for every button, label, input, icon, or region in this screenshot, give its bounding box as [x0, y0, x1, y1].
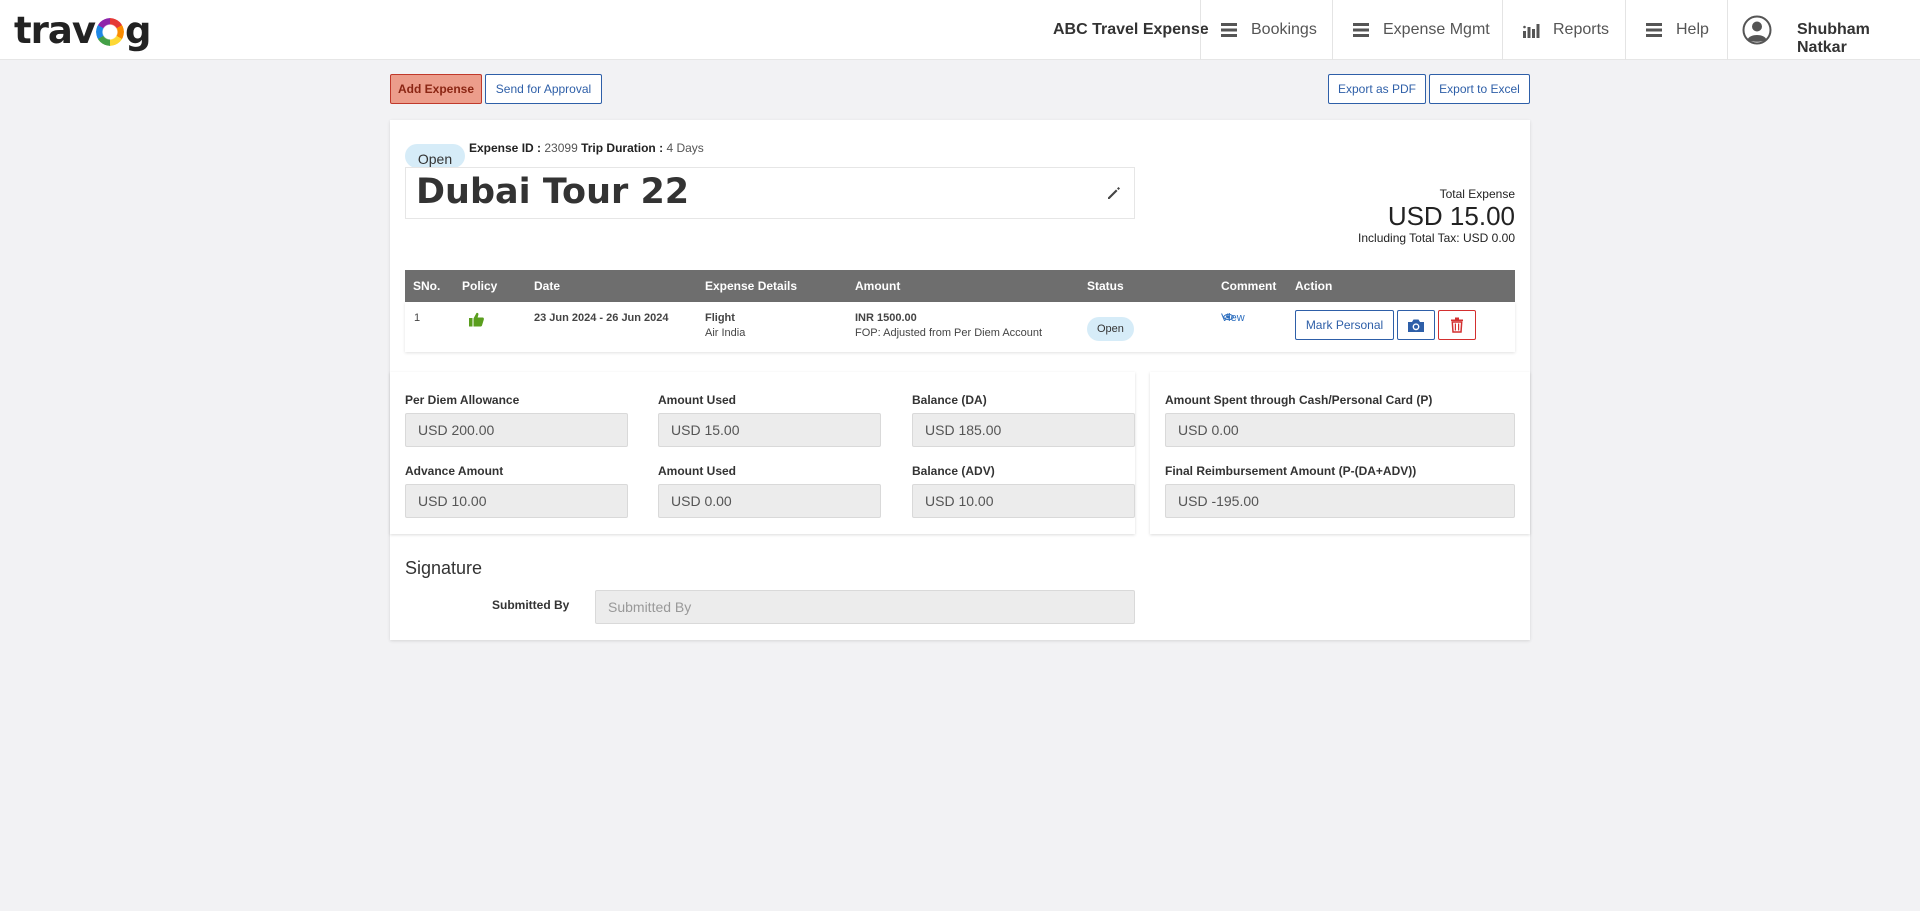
- view-comment-label: View: [1221, 312, 1245, 324]
- col-status: Status: [1087, 279, 1124, 293]
- nav-divider: [1727, 0, 1728, 60]
- nav-expense-mgmt-label: Expense Mgmt: [1383, 21, 1490, 38]
- row-amount-note: FOP: Adjusted from Per Diem Account: [855, 327, 1043, 339]
- logo-ring-icon: [96, 18, 125, 46]
- travog-logo[interactable]: trav g: [14, 8, 152, 52]
- balance-da-field: [912, 413, 1135, 447]
- nav-bookings-label: Bookings: [1251, 21, 1317, 38]
- per-diem-field: [405, 413, 628, 447]
- balance-da-label: Balance (DA): [912, 393, 987, 407]
- expense-id-value: 23099: [544, 141, 578, 155]
- total-expense-label: Total Expense: [1439, 187, 1515, 201]
- trip-duration-label: Trip Duration :: [581, 141, 664, 155]
- adv-amount-used-label: Amount Used: [658, 464, 736, 478]
- per-diem-label: Per Diem Allowance: [405, 393, 520, 407]
- expense-meta: Expense ID : 23099 Trip Duration : 4 Day…: [469, 141, 704, 155]
- expense-title-box: Dubai Tour 22: [405, 167, 1135, 219]
- delete-expense-button[interactable]: [1438, 310, 1476, 340]
- logo-text-left: trav: [14, 8, 96, 52]
- submitted-by-label: Submitted By: [492, 598, 570, 612]
- trash-icon: [1451, 317, 1463, 333]
- user-avatar-icon[interactable]: [1742, 15, 1772, 45]
- advance-amount-field: [405, 484, 628, 518]
- col-comment: Comment: [1221, 279, 1277, 293]
- row-amount: INR 1500.00: [855, 312, 917, 324]
- nav-bookings[interactable]: Bookings: [1220, 0, 1317, 60]
- final-reimbursement-label: Final Reimbursement Amount (P-(DA+ADV)): [1165, 464, 1417, 478]
- col-action: Action: [1295, 279, 1333, 293]
- nav-reports-label: Reports: [1553, 21, 1610, 38]
- thumbs-up-icon: [469, 312, 484, 327]
- nav-divider: [1625, 0, 1626, 60]
- table-row: 1 23 Jun 2024 - 26 Jun 2024 Flight Air I…: [405, 302, 1515, 352]
- adv-amount-used-field: [658, 484, 881, 518]
- col-date: Date: [534, 279, 561, 293]
- total-expense-block: Total Expense USD 15.00 Including Total …: [1358, 187, 1515, 245]
- row-detail-sub: Air India: [705, 327, 746, 339]
- col-expense-details: Expense Details: [705, 279, 798, 293]
- row-status-badge: Open: [1087, 317, 1134, 341]
- top-header: trav g ABC Travel Expense Bookings Expens…: [0, 0, 1920, 60]
- total-tax-line: Including Total Tax: USD 0.00: [1358, 231, 1515, 245]
- row-detail-type: Flight: [705, 312, 735, 324]
- nav-expense-mgmt[interactable]: Expense Mgmt: [1352, 0, 1490, 60]
- table-header: SNo. Policy Date Expense Details Amount …: [405, 270, 1515, 302]
- cash-spent-field: [1165, 413, 1515, 447]
- nav-help-label: Help: [1676, 21, 1709, 38]
- company-name: ABC Travel Expense: [1053, 21, 1209, 38]
- camera-icon: [1408, 319, 1424, 332]
- receipt-camera-button[interactable]: [1397, 310, 1435, 340]
- col-amount: Amount: [855, 279, 901, 293]
- add-expense-button[interactable]: Add Expense: [390, 74, 482, 104]
- view-comment-link[interactable]: View: [1221, 312, 1245, 324]
- mark-personal-button[interactable]: Mark Personal: [1295, 310, 1394, 340]
- advance-amount-label: Advance Amount: [405, 464, 504, 478]
- logo-text-right: g: [125, 8, 151, 52]
- row-sno: 1: [414, 312, 421, 324]
- export-excel-button[interactable]: Export to Excel: [1429, 74, 1530, 104]
- signature-heading: Signature: [405, 558, 483, 578]
- expense-status-badge: Open: [405, 144, 465, 168]
- nav-reports[interactable]: Reports: [1522, 0, 1609, 60]
- bar-chart-icon: [1523, 24, 1540, 38]
- nav-divider: [1200, 0, 1201, 60]
- menu-icon: [1353, 23, 1369, 37]
- col-policy: Policy: [462, 279, 498, 293]
- balance-adv-label: Balance (ADV): [912, 464, 995, 478]
- export-pdf-button[interactable]: Export as PDF: [1328, 74, 1426, 104]
- row-date: 23 Jun 2024 - 26 Jun 2024: [534, 312, 669, 324]
- nav-help[interactable]: Help: [1645, 0, 1709, 60]
- trip-duration-value: 4 Days: [666, 141, 704, 155]
- final-reimbursement-field: [1165, 484, 1515, 518]
- col-sno: SNo.: [413, 279, 441, 293]
- da-amount-used-label: Amount Used: [658, 393, 736, 407]
- pencil-edit-icon[interactable]: [1106, 185, 1122, 201]
- user-name[interactable]: Shubham Natkar: [1797, 21, 1920, 57]
- total-expense-amount: USD 15.00: [1387, 201, 1515, 231]
- da-amount-used-field: [658, 413, 881, 447]
- expense-id-label: Expense ID :: [469, 141, 542, 155]
- menu-icon: [1646, 23, 1662, 37]
- expense-table: SNo. Policy Date Expense Details Amount …: [405, 270, 1515, 352]
- cash-spent-label: Amount Spent through Cash/Personal Card …: [1165, 393, 1433, 407]
- expense-title: Dubai Tour 22: [416, 172, 690, 212]
- nav-divider: [1332, 0, 1333, 60]
- nav-divider: [1502, 0, 1503, 60]
- submitted-by-input[interactable]: [595, 590, 1135, 624]
- menu-icon: [1221, 23, 1237, 37]
- balance-adv-field: [912, 484, 1135, 518]
- send-for-approval-button[interactable]: Send for Approval: [485, 74, 602, 104]
